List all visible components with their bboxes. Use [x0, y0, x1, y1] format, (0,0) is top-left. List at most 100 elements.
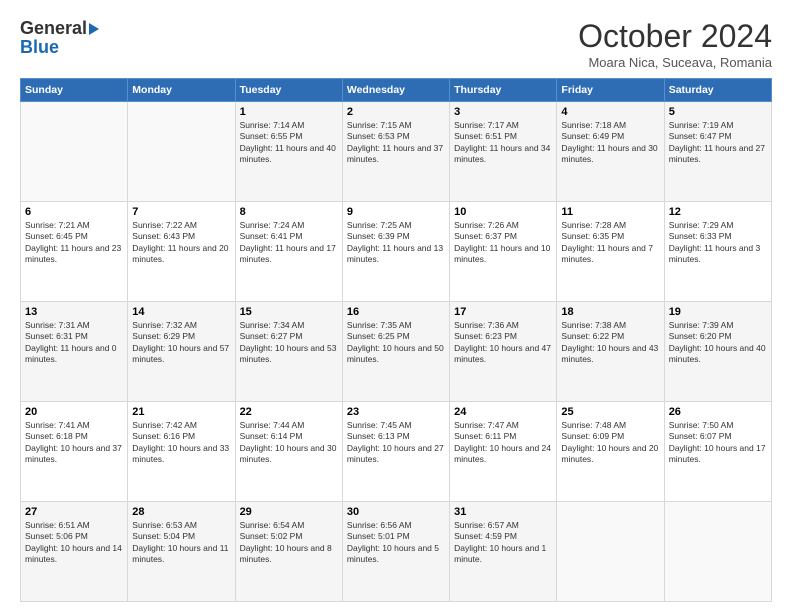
- day-info: Sunrise: 7:19 AM Sunset: 6:47 PM Dayligh…: [669, 120, 767, 166]
- day-cell: 18 Sunrise: 7:38 AM Sunset: 6:22 PM Dayli…: [557, 302, 664, 402]
- day-number: 4: [561, 106, 659, 118]
- day-info: Sunrise: 7:17 AM Sunset: 6:51 PM Dayligh…: [454, 120, 552, 166]
- week-row-3: 13 Sunrise: 7:31 AM Sunset: 6:31 PM Dayli…: [21, 302, 772, 402]
- day-number: 3: [454, 106, 552, 118]
- col-saturday: Saturday: [664, 79, 771, 102]
- day-cell: 15 Sunrise: 7:34 AM Sunset: 6:27 PM Dayli…: [235, 302, 342, 402]
- day-cell: 7Sunrise: 7:22 AM Sunset: 6:43 PM Daylig…: [128, 202, 235, 302]
- day-number: 30: [347, 506, 445, 518]
- day-cell: 30 Sunrise: 6:56 AM Sunset: 5:01 PM Dayli…: [342, 502, 449, 602]
- page: General Blue October 2024 Moara Nica, Su…: [0, 0, 792, 612]
- day-info: Sunrise: 7:35 AM Sunset: 6:25 PM Dayligh…: [347, 320, 445, 366]
- day-number: 5: [669, 106, 767, 118]
- day-info: Sunrise: 6:56 AM Sunset: 5:01 PM Dayligh…: [347, 520, 445, 566]
- day-info: Sunrise: 6:54 AM Sunset: 5:02 PM Dayligh…: [240, 520, 338, 566]
- day-number: 25: [561, 406, 659, 418]
- day-info: Sunrise: 7:45 AM Sunset: 6:13 PM Dayligh…: [347, 420, 445, 466]
- day-number: 15: [240, 306, 338, 318]
- day-info: Sunrise: 6:57 AM Sunset: 4:59 PM Dayligh…: [454, 520, 552, 566]
- day-cell: 1 Sunrise: 7:14 AM Sunset: 6:55 PM Daylig…: [235, 102, 342, 202]
- day-cell: 10 Sunrise: 7:26 AM Sunset: 6:37 PM Dayli…: [450, 202, 557, 302]
- day-info: Sunrise: 7:38 AM Sunset: 6:22 PM Dayligh…: [561, 320, 659, 366]
- col-wednesday: Wednesday: [342, 79, 449, 102]
- day-number: 13: [25, 306, 123, 318]
- day-number: 18: [561, 306, 659, 318]
- day-number: 26: [669, 406, 767, 418]
- col-friday: Friday: [557, 79, 664, 102]
- day-info: Sunrise: 7:48 AM Sunset: 6:09 PM Dayligh…: [561, 420, 659, 466]
- day-number: 22: [240, 406, 338, 418]
- month-title: October 2024: [578, 18, 772, 55]
- day-cell: 16 Sunrise: 7:35 AM Sunset: 6:25 PM Dayli…: [342, 302, 449, 402]
- day-info: Sunrise: 7:29 AM Sunset: 6:33 PM Dayligh…: [669, 220, 767, 266]
- day-cell: 14 Sunrise: 7:32 AM Sunset: 6:29 PM Dayli…: [128, 302, 235, 402]
- day-cell: 25 Sunrise: 7:48 AM Sunset: 6:09 PM Dayli…: [557, 402, 664, 502]
- day-number: 17: [454, 306, 552, 318]
- logo-general: General: [20, 18, 87, 39]
- day-cell: 3 Sunrise: 7:17 AM Sunset: 6:51 PM Daylig…: [450, 102, 557, 202]
- day-info: Sunrise: 7:25 AM Sunset: 6:39 PM Dayligh…: [347, 220, 445, 266]
- day-cell: 24Sunrise: 7:47 AM Sunset: 6:11 PM Dayli…: [450, 402, 557, 502]
- day-number: 16: [347, 306, 445, 318]
- day-cell: 6Sunrise: 7:21 AM Sunset: 6:45 PM Daylig…: [21, 202, 128, 302]
- day-cell: 23 Sunrise: 7:45 AM Sunset: 6:13 PM Dayli…: [342, 402, 449, 502]
- col-sunday: Sunday: [21, 79, 128, 102]
- day-cell: 17 Sunrise: 7:36 AM Sunset: 6:23 PM Dayli…: [450, 302, 557, 402]
- day-info: Sunrise: 7:32 AM Sunset: 6:29 PM Dayligh…: [132, 320, 230, 366]
- day-info: Sunrise: 7:44 AM Sunset: 6:14 PM Dayligh…: [240, 420, 338, 466]
- day-info: Sunrise: 7:42 AM Sunset: 6:16 PM Dayligh…: [132, 420, 230, 466]
- logo-blue: Blue: [20, 37, 59, 58]
- day-number: 11: [561, 206, 659, 218]
- day-cell: 13 Sunrise: 7:31 AM Sunset: 6:31 PM Dayli…: [21, 302, 128, 402]
- day-cell: 2Sunrise: 7:15 AM Sunset: 6:53 PM Daylig…: [342, 102, 449, 202]
- weekday-row: Sunday Monday Tuesday Wednesday Thursday…: [21, 79, 772, 102]
- day-cell: 11Sunrise: 7:28 AM Sunset: 6:35 PM Dayli…: [557, 202, 664, 302]
- day-number: 28: [132, 506, 230, 518]
- day-cell: 31 Sunrise: 6:57 AM Sunset: 4:59 PM Dayli…: [450, 502, 557, 602]
- location: Moara Nica, Suceava, Romania: [578, 55, 772, 70]
- day-info: Sunrise: 7:21 AM Sunset: 6:45 PM Dayligh…: [25, 220, 123, 266]
- day-cell: 19Sunrise: 7:39 AM Sunset: 6:20 PM Dayli…: [664, 302, 771, 402]
- day-info: Sunrise: 7:26 AM Sunset: 6:37 PM Dayligh…: [454, 220, 552, 266]
- day-info: Sunrise: 7:18 AM Sunset: 6:49 PM Dayligh…: [561, 120, 659, 166]
- calendar-table: Sunday Monday Tuesday Wednesday Thursday…: [20, 78, 772, 602]
- day-info: Sunrise: 7:41 AM Sunset: 6:18 PM Dayligh…: [25, 420, 123, 466]
- day-number: 9: [347, 206, 445, 218]
- day-cell: 27Sunrise: 6:51 AM Sunset: 5:06 PM Dayli…: [21, 502, 128, 602]
- day-cell: [664, 502, 771, 602]
- day-info: Sunrise: 7:50 AM Sunset: 6:07 PM Dayligh…: [669, 420, 767, 466]
- day-number: 20: [25, 406, 123, 418]
- day-number: 19: [669, 306, 767, 318]
- logo: General Blue: [20, 18, 99, 58]
- header: General Blue October 2024 Moara Nica, Su…: [20, 18, 772, 70]
- week-row-2: 6Sunrise: 7:21 AM Sunset: 6:45 PM Daylig…: [21, 202, 772, 302]
- day-number: 10: [454, 206, 552, 218]
- day-number: 23: [347, 406, 445, 418]
- day-number: 12: [669, 206, 767, 218]
- week-row-1: 1 Sunrise: 7:14 AM Sunset: 6:55 PM Daylig…: [21, 102, 772, 202]
- day-number: 29: [240, 506, 338, 518]
- day-info: Sunrise: 7:47 AM Sunset: 6:11 PM Dayligh…: [454, 420, 552, 466]
- day-info: Sunrise: 7:31 AM Sunset: 6:31 PM Dayligh…: [25, 320, 123, 366]
- day-number: 1: [240, 106, 338, 118]
- day-cell: 21Sunrise: 7:42 AM Sunset: 6:16 PM Dayli…: [128, 402, 235, 502]
- day-cell: [557, 502, 664, 602]
- day-info: Sunrise: 7:15 AM Sunset: 6:53 PM Dayligh…: [347, 120, 445, 166]
- day-info: Sunrise: 7:36 AM Sunset: 6:23 PM Dayligh…: [454, 320, 552, 366]
- day-cell: 22 Sunrise: 7:44 AM Sunset: 6:14 PM Dayli…: [235, 402, 342, 502]
- logo-arrow-icon: [89, 23, 99, 35]
- day-cell: 26 Sunrise: 7:50 AM Sunset: 6:07 PM Dayli…: [664, 402, 771, 502]
- calendar-body: 1 Sunrise: 7:14 AM Sunset: 6:55 PM Daylig…: [21, 102, 772, 602]
- week-row-4: 20 Sunrise: 7:41 AM Sunset: 6:18 PM Dayli…: [21, 402, 772, 502]
- day-cell: 29 Sunrise: 6:54 AM Sunset: 5:02 PM Dayli…: [235, 502, 342, 602]
- day-number: 14: [132, 306, 230, 318]
- day-cell: 12 Sunrise: 7:29 AM Sunset: 6:33 PM Dayli…: [664, 202, 771, 302]
- col-thursday: Thursday: [450, 79, 557, 102]
- day-info: Sunrise: 7:14 AM Sunset: 6:55 PM Dayligh…: [240, 120, 338, 166]
- day-cell: 28 Sunrise: 6:53 AM Sunset: 5:04 PM Dayli…: [128, 502, 235, 602]
- day-info: Sunrise: 6:53 AM Sunset: 5:04 PM Dayligh…: [132, 520, 230, 566]
- day-number: 31: [454, 506, 552, 518]
- day-cell: [21, 102, 128, 202]
- col-monday: Monday: [128, 79, 235, 102]
- day-info: Sunrise: 7:34 AM Sunset: 6:27 PM Dayligh…: [240, 320, 338, 366]
